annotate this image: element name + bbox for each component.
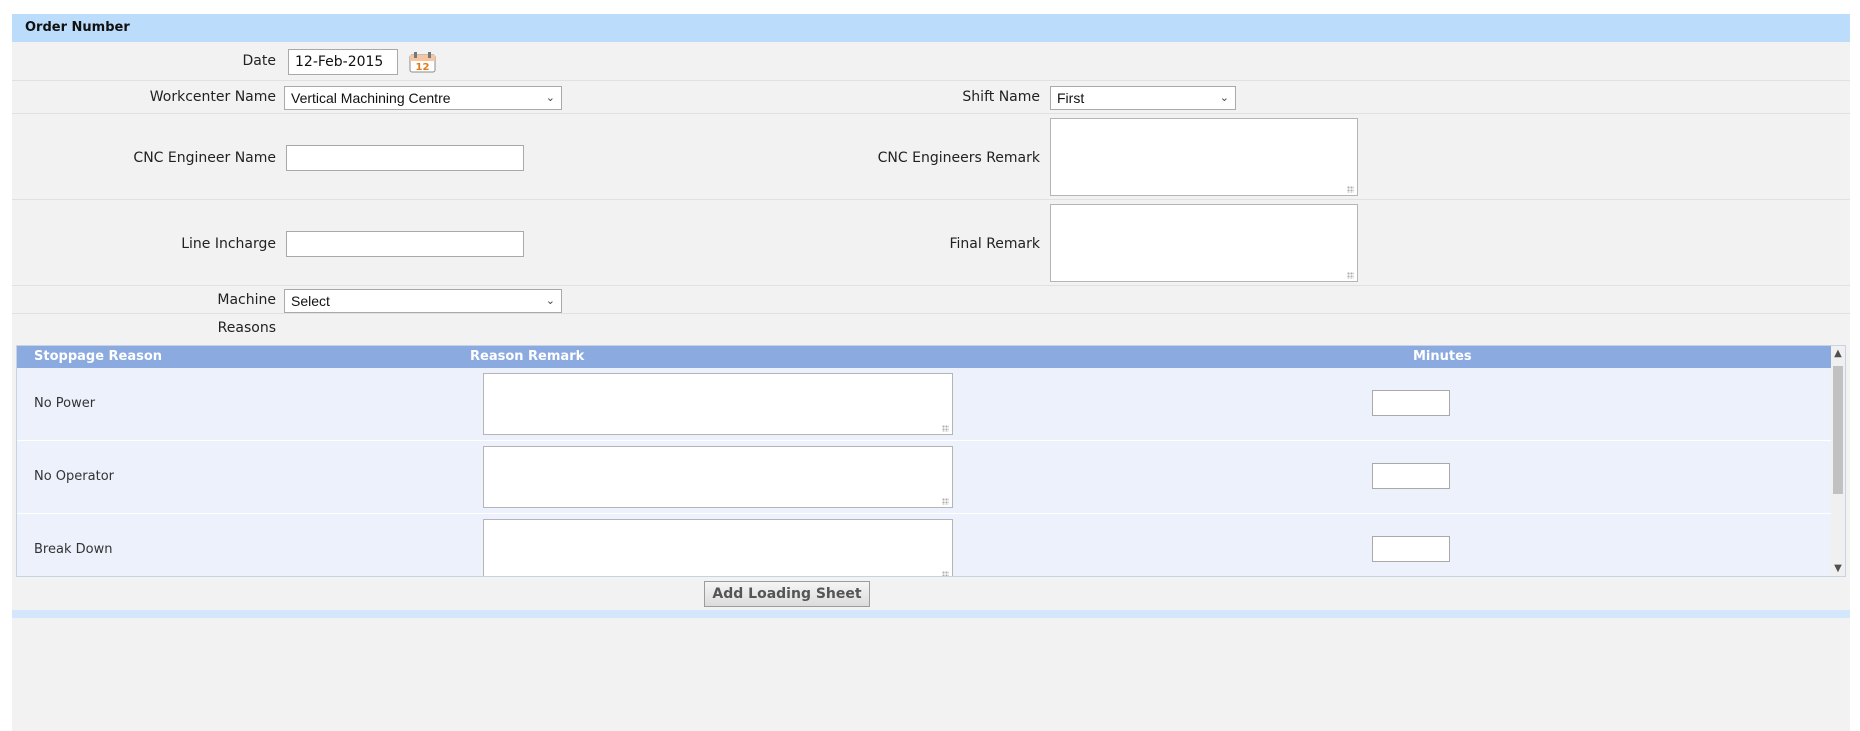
column-header-reason-remark: Reason Remark	[470, 349, 585, 364]
minutes-input[interactable]	[1372, 536, 1450, 562]
shift-select[interactable]: First ⌄	[1050, 86, 1236, 110]
machine-label: Machine	[217, 292, 276, 308]
stoppage-reason-cell: No Power	[34, 396, 96, 411]
stoppage-reason-grid: Stoppage Reason Reason Remark Minutes No…	[16, 345, 1846, 577]
scroll-up-arrow-icon[interactable]: ▲	[1831, 348, 1845, 359]
minutes-input[interactable]	[1372, 463, 1450, 489]
scroll-down-arrow-icon[interactable]: ▼	[1831, 563, 1845, 574]
grid-scrollbar[interactable]: ▲ ▼	[1831, 346, 1845, 576]
scrollbar-thumb[interactable]	[1833, 366, 1843, 494]
machine-value: Select	[291, 293, 330, 309]
reason-remark-textarea[interactable]	[483, 446, 953, 508]
column-header-stoppage-reason: Stoppage Reason	[34, 349, 163, 364]
date-row: Date 12-Feb-2015 12	[12, 42, 1850, 81]
chevron-down-icon: ⌄	[545, 295, 555, 307]
stoppage-reason-cell: No Operator	[34, 469, 114, 484]
reasons-row: Reasons	[12, 314, 1850, 342]
resize-grip-icon[interactable]	[1347, 272, 1354, 279]
cnc-engineer-input[interactable]	[286, 145, 524, 171]
machine-select[interactable]: Select ⌄	[284, 289, 562, 313]
table-row: No Operator	[17, 441, 1833, 514]
table-row: Break Down	[17, 514, 1833, 576]
date-field[interactable]: 12-Feb-2015	[288, 49, 398, 75]
cnc-engineer-label: CNC Engineer Name	[133, 150, 276, 166]
cnc-engineer-row: CNC Engineer Name CNC Engineers Remark	[12, 114, 1850, 200]
order-form-panel: Order Number Date 12-Feb-2015 12 Workcen…	[12, 14, 1850, 731]
line-incharge-label: Line Incharge	[181, 236, 276, 252]
svg-text:12: 12	[416, 62, 430, 73]
final-remark-label: Final Remark	[949, 236, 1040, 252]
shift-value: First	[1057, 90, 1085, 106]
minutes-input[interactable]	[1372, 390, 1450, 416]
calendar-icon[interactable]: 12	[408, 50, 438, 74]
grid-header: Stoppage Reason Reason Remark Minutes	[17, 346, 1833, 368]
machine-row: Machine Select ⌄	[12, 286, 1850, 314]
page-title: Order Number	[12, 14, 1850, 42]
reason-remark-textarea[interactable]	[483, 373, 953, 435]
reasons-label: Reasons	[217, 320, 276, 336]
resize-grip-icon[interactable]	[942, 498, 949, 505]
resize-grip-icon[interactable]	[1347, 186, 1354, 193]
line-incharge-row: Line Incharge Final Remark	[12, 200, 1850, 286]
workcenter-value: Vertical Machining Centre	[291, 90, 451, 106]
line-incharge-input[interactable]	[286, 231, 524, 257]
workcenter-label: Workcenter Name	[149, 89, 276, 105]
chevron-down-icon: ⌄	[545, 92, 555, 104]
table-row: No Power	[17, 368, 1833, 441]
chevron-down-icon: ⌄	[1219, 92, 1229, 104]
stoppage-reason-cell: Break Down	[34, 542, 113, 557]
footer-bar	[12, 610, 1850, 618]
add-loading-sheet-button[interactable]: Add Loading Sheet	[704, 581, 870, 607]
column-header-minutes: Minutes	[1413, 349, 1472, 364]
cnc-remark-textarea[interactable]	[1050, 118, 1358, 196]
date-label: Date	[242, 53, 276, 69]
cnc-remark-label: CNC Engineers Remark	[877, 150, 1040, 166]
reason-remark-textarea[interactable]	[483, 519, 953, 576]
resize-grip-icon[interactable]	[942, 571, 949, 576]
resize-grip-icon[interactable]	[942, 425, 949, 432]
shift-label: Shift Name	[962, 89, 1040, 105]
final-remark-textarea[interactable]	[1050, 204, 1358, 282]
workcenter-row: Workcenter Name Vertical Machining Centr…	[12, 81, 1850, 114]
workcenter-select[interactable]: Vertical Machining Centre ⌄	[284, 86, 562, 110]
